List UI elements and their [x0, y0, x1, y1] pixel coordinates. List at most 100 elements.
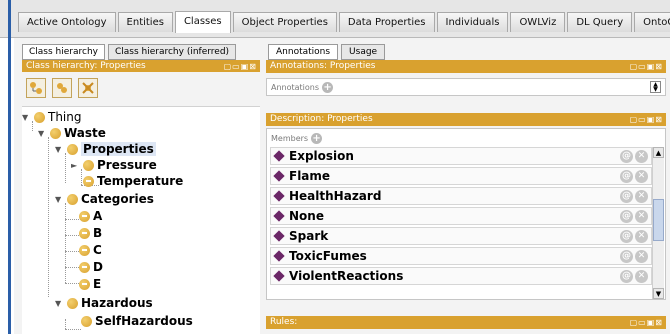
add-member-icon[interactable]: + — [311, 133, 323, 144]
individual-icon — [273, 250, 285, 262]
member-row[interactable]: HealthHazard @ ✕ — [270, 187, 652, 205]
delete-icon[interactable]: ✕ — [635, 270, 648, 283]
member-label: Spark — [289, 229, 329, 243]
info-icon[interactable]: @ — [620, 170, 633, 183]
info-icon[interactable]: @ — [620, 230, 633, 243]
tree-node-label: A — [93, 209, 103, 223]
defined-class-icon — [79, 227, 90, 239]
members-list: Members + Explosion @ ✕ Flame @ ✕ HealthHa… — [266, 128, 666, 300]
view-window-controls[interactable]: ▢▭▣⊠ — [224, 61, 257, 73]
collapse-icon[interactable]: ▼ — [55, 299, 65, 308]
tab-usage[interactable]: Usage — [341, 44, 386, 60]
collapse-icon[interactable]: ▼ — [22, 113, 32, 122]
tab-entities[interactable]: Entities — [117, 12, 173, 32]
member-row[interactable]: Explosion @ ✕ — [270, 147, 652, 165]
delete-class-button[interactable] — [78, 78, 98, 98]
rules-header: Rules: ▢▭▣⊠ — [266, 316, 666, 329]
tab-individuals[interactable]: Individuals — [436, 12, 509, 32]
member-row[interactable]: None @ ✕ — [270, 207, 652, 225]
annotations-stepper[interactable]: ▲ ▼ — [650, 81, 661, 93]
tree-node-label: Thing — [48, 110, 82, 124]
info-icon[interactable]: @ — [620, 190, 633, 203]
delete-icon[interactable]: ✕ — [635, 170, 648, 183]
info-icon[interactable]: @ — [620, 250, 633, 263]
class-hierarchy-header: Class hierarchy: Properties ▢▭▣⊠ — [22, 60, 260, 72]
tree-node-pressure[interactable]: ► Pressure — [71, 157, 157, 173]
view-window-controls[interactable]: ▢▭▣⊠ — [630, 113, 663, 126]
tree-node-hazardous[interactable]: ▼ Hazardous — [55, 295, 153, 311]
member-row[interactable]: Spark @ ✕ — [270, 227, 652, 245]
scroll-down-icon[interactable]: ▼ — [653, 288, 664, 299]
view-window-controls[interactable]: ▢▭▣⊠ — [630, 60, 663, 73]
members-label: Members — [271, 134, 309, 143]
tab-class-hierarchy[interactable]: Class hierarchy — [22, 44, 105, 60]
tab-data-properties[interactable]: Data Properties — [338, 12, 435, 32]
tab-annotations[interactable]: Annotations — [268, 44, 339, 60]
annotations-header: Annotations: Properties ▢▭▣⊠ — [266, 60, 666, 73]
member-row[interactable]: Flame @ ✕ — [270, 167, 652, 185]
hierarchy-toolbar — [26, 78, 104, 98]
tab-ontograf[interactable]: OntoGraf — [634, 12, 670, 32]
tab-class-hierarchy-inferred[interactable]: Class hierarchy (inferred) — [107, 44, 237, 60]
delete-icon[interactable]: ✕ — [635, 210, 648, 223]
annotations-label-row: Annotations + — [271, 82, 334, 93]
add-subclass-button[interactable] — [26, 78, 46, 98]
delete-icon[interactable]: ✕ — [635, 150, 648, 163]
rules-title: Rules: — [270, 317, 298, 327]
scroll-up-icon[interactable]: ▲ — [653, 147, 664, 158]
defined-class-icon — [79, 244, 90, 256]
tree-node-e[interactable]: E — [79, 276, 101, 292]
tree-node-label: C — [93, 243, 102, 257]
members-scrollbar[interactable]: ▲ ▼ — [652, 147, 664, 299]
tree-node-c[interactable]: C — [79, 242, 102, 258]
individual-icon — [273, 190, 285, 202]
collapse-icon[interactable]: ▼ — [38, 129, 48, 138]
tab-dl-query[interactable]: DL Query — [567, 12, 633, 32]
tab-classes[interactable]: Classes — [174, 11, 231, 33]
member-label: None — [289, 209, 324, 223]
tree-guide — [65, 329, 81, 330]
annotations-label: Annotations — [271, 83, 320, 92]
description-title: Description: Properties — [270, 114, 373, 124]
class-icon — [50, 127, 61, 139]
class-icon — [67, 143, 78, 155]
info-icon[interactable]: @ — [620, 270, 633, 283]
member-row[interactable]: ToxicFumes @ ✕ — [270, 247, 652, 265]
view-window-controls[interactable]: ▢▭▣⊠ — [630, 316, 663, 329]
tree-node-properties[interactable]: ▼ Properties — [55, 141, 156, 157]
member-label: Explosion — [289, 149, 354, 163]
member-actions: @ ✕ — [618, 210, 648, 223]
hierarchy-subtabs: Class hierarchy Class hierarchy (inferre… — [22, 44, 239, 60]
tree-node-temperature[interactable]: Temperature — [83, 173, 183, 189]
tree-node-label: E — [93, 277, 102, 291]
member-label: HealthHazard — [289, 189, 382, 203]
collapse-icon[interactable]: ▼ — [55, 145, 65, 154]
collapse-icon[interactable]: ▼ — [55, 195, 65, 204]
tab-object-properties[interactable]: Object Properties — [232, 12, 337, 32]
tree-node-d[interactable]: D — [79, 259, 103, 275]
tree-guide — [65, 203, 66, 283]
tree-node-categories[interactable]: ▼ Categories — [55, 191, 154, 207]
member-actions: @ ✕ — [618, 150, 648, 163]
tree-node-a[interactable]: A — [79, 208, 102, 224]
tab-active-ontology[interactable]: Active Ontology — [18, 12, 116, 32]
tree-node-selfhazardous[interactable]: SelfHazardous — [81, 313, 193, 329]
tree-node-b[interactable]: B — [79, 225, 102, 241]
expand-icon[interactable]: ► — [71, 161, 81, 170]
tree-node-thing[interactable]: ▼ Thing — [22, 109, 82, 125]
tab-owlviz[interactable]: OWLViz — [510, 12, 566, 32]
member-row[interactable]: ViolentReactions @ ✕ — [270, 267, 652, 285]
add-sibling-button[interactable] — [52, 78, 72, 98]
add-annotation-icon[interactable]: + — [322, 82, 334, 93]
info-icon[interactable]: @ — [620, 210, 633, 223]
add-subclass-icon — [30, 82, 42, 94]
class-detail-panel: Annotations Usage Annotations: Propertie… — [260, 38, 670, 334]
scroll-thumb[interactable] — [653, 199, 664, 241]
delete-icon[interactable]: ✕ — [635, 190, 648, 203]
tree-node-waste[interactable]: ▼ Waste — [38, 125, 106, 141]
delete-icon[interactable]: ✕ — [635, 250, 648, 263]
class-icon — [34, 111, 45, 123]
info-icon[interactable]: @ — [620, 150, 633, 163]
delete-icon[interactable]: ✕ — [635, 230, 648, 243]
individual-icon — [273, 150, 285, 162]
